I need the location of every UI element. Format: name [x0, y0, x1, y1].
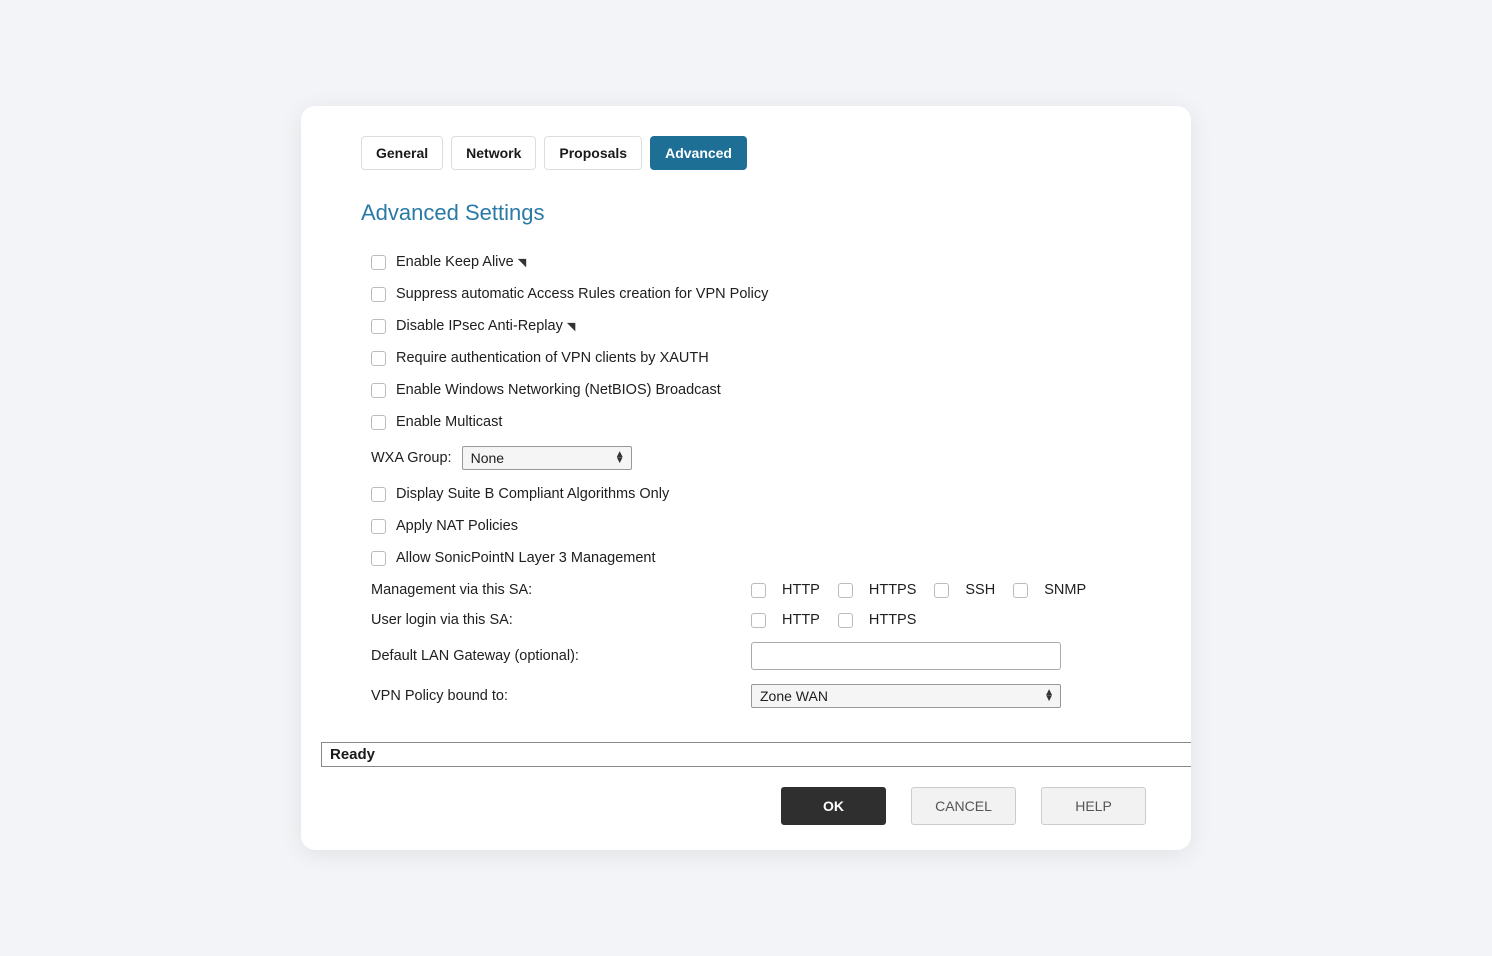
checkbox-multicast[interactable] — [371, 415, 386, 430]
checkbox-suite-b[interactable] — [371, 487, 386, 502]
label-require-xauth: Require authentication of VPN clients by… — [396, 350, 709, 366]
row-netbios: Enable Windows Networking (NetBIOS) Broa… — [371, 382, 1131, 398]
label-login-https: HTTPS — [869, 612, 917, 628]
label-suppress-rules: Suppress automatic Access Rules creation… — [396, 286, 768, 302]
label-sonicpoint: Allow SonicPointN Layer 3 Management — [396, 550, 656, 566]
row-disable-antireplay: Disable IPsec Anti-Replay ◥ — [371, 318, 1131, 334]
row-userlogin: User login via this SA: HTTP HTTPS — [371, 612, 1131, 628]
row-suite-b: Display Suite B Compliant Algorithms Onl… — [371, 486, 1131, 502]
checkbox-mgmt-http[interactable] — [751, 583, 766, 598]
checkbox-require-xauth[interactable] — [371, 351, 386, 366]
checkbox-disable-antireplay[interactable] — [371, 319, 386, 334]
tab-general[interactable]: General — [361, 136, 443, 170]
row-management: Management via this SA: HTTP HTTPS SSH S… — [371, 582, 1131, 598]
row-bound: VPN Policy bound to: Zone WAN ▲▼ — [371, 684, 1131, 708]
label-multicast: Enable Multicast — [396, 414, 502, 430]
userlogin-options: HTTP HTTPS — [751, 612, 1131, 628]
row-nat-policies: Apply NAT Policies — [371, 518, 1131, 534]
vpn-policy-dialog: General Network Proposals Advanced Advan… — [301, 106, 1191, 850]
label-mgmt-https: HTTPS — [869, 582, 917, 598]
row-wxa-group: WXA Group: None ▲▼ — [371, 446, 1131, 470]
select-wxa-value: None — [471, 450, 504, 466]
checkbox-nat-policies[interactable] — [371, 519, 386, 534]
checkbox-mgmt-https[interactable] — [838, 583, 853, 598]
label-disable-antireplay: Disable IPsec Anti-Replay — [396, 318, 563, 334]
checkbox-mgmt-ssh[interactable] — [934, 583, 949, 598]
label-mgmt-ssh: SSH — [965, 582, 995, 598]
row-sonicpoint: Allow SonicPointN Layer 3 Management — [371, 550, 1131, 566]
label-login-http: HTTP — [782, 612, 820, 628]
label-gateway: Default LAN Gateway (optional): — [371, 648, 751, 664]
label-keep-alive: Enable Keep Alive — [396, 254, 514, 270]
label-nat-policies: Apply NAT Policies — [396, 518, 518, 534]
row-keep-alive: Enable Keep Alive ◥ — [371, 254, 1131, 270]
status-bar: Ready — [321, 742, 1191, 767]
tab-proposals[interactable]: Proposals — [544, 136, 642, 170]
section-title: Advanced Settings — [361, 200, 1131, 226]
tooltip-icon: ◥ — [567, 320, 575, 333]
label-wxa-group: WXA Group: — [371, 450, 452, 466]
checkbox-suppress-rules[interactable] — [371, 287, 386, 302]
row-gateway: Default LAN Gateway (optional): — [371, 642, 1131, 670]
checkbox-login-http[interactable] — [751, 613, 766, 628]
chevron-updown-icon: ▲▼ — [615, 452, 625, 464]
form-area: Enable Keep Alive ◥ Suppress automatic A… — [361, 254, 1131, 708]
label-userlogin: User login via this SA: — [371, 612, 751, 628]
select-bound-value: Zone WAN — [760, 688, 828, 704]
checkbox-mgmt-snmp[interactable] — [1013, 583, 1028, 598]
label-bound: VPN Policy bound to: — [371, 688, 751, 704]
tooltip-icon: ◥ — [518, 256, 526, 269]
checkbox-sonicpoint[interactable] — [371, 551, 386, 566]
tab-advanced[interactable]: Advanced — [650, 136, 747, 170]
row-multicast: Enable Multicast — [371, 414, 1131, 430]
button-row: OK CANCEL HELP — [301, 767, 1191, 825]
row-suppress-rules: Suppress automatic Access Rules creation… — [371, 286, 1131, 302]
tab-bar: General Network Proposals Advanced — [361, 136, 1131, 170]
label-mgmt-snmp: SNMP — [1044, 582, 1086, 598]
checkbox-keep-alive[interactable] — [371, 255, 386, 270]
checkbox-netbios[interactable] — [371, 383, 386, 398]
label-management: Management via this SA: — [371, 582, 751, 598]
management-options: HTTP HTTPS SSH SNMP — [751, 582, 1131, 598]
scroll-area[interactable]: General Network Proposals Advanced Advan… — [301, 136, 1191, 722]
label-suite-b: Display Suite B Compliant Algorithms Onl… — [396, 486, 669, 502]
select-bound[interactable]: Zone WAN ▲▼ — [751, 684, 1061, 708]
tab-network[interactable]: Network — [451, 136, 536, 170]
label-netbios: Enable Windows Networking (NetBIOS) Broa… — [396, 382, 721, 398]
input-gateway[interactable] — [751, 642, 1061, 670]
select-wxa-group[interactable]: None ▲▼ — [462, 446, 632, 470]
checkbox-login-https[interactable] — [838, 613, 853, 628]
help-button[interactable]: HELP — [1041, 787, 1146, 825]
row-require-xauth: Require authentication of VPN clients by… — [371, 350, 1131, 366]
cancel-button[interactable]: CANCEL — [911, 787, 1016, 825]
label-mgmt-http: HTTP — [782, 582, 820, 598]
chevron-updown-icon: ▲▼ — [1044, 690, 1054, 702]
ok-button[interactable]: OK — [781, 787, 886, 825]
